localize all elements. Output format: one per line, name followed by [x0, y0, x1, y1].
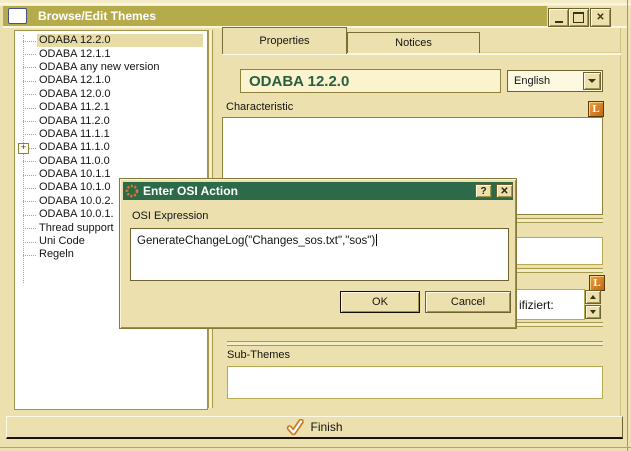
tree-item[interactable]: ODABA 12.2.0 — [15, 34, 203, 47]
characteristic-label: Characteristic — [226, 101, 293, 113]
tree-item[interactable]: ODABA 11.0.0 — [15, 155, 203, 168]
language-badge-icon[interactable]: L — [588, 101, 604, 117]
subthemes-label: Sub-Themes — [227, 349, 290, 361]
window-title: Browse/Edit Themes — [38, 6, 156, 26]
cancel-button[interactable]: Cancel — [425, 291, 511, 313]
dialog-title: Enter OSI Action — [143, 182, 238, 200]
chevron-down-icon — [590, 310, 596, 314]
close-button[interactable]: ✕ — [590, 8, 611, 27]
modified-label-fragment: ifiziert: — [519, 298, 554, 312]
language-combobox[interactable]: English — [507, 70, 603, 92]
tree-item[interactable]: ODABA 12.1.1 — [15, 47, 203, 60]
window-right-border — [627, 0, 628, 451]
osi-expression-label: OSI Expression — [132, 210, 208, 222]
maximize-icon — [573, 12, 584, 23]
tree-item[interactable]: ODABA 11.2.0 — [15, 114, 203, 127]
expand-icon[interactable]: + — [18, 143, 29, 154]
minimize-button[interactable] — [548, 8, 569, 27]
close-icon: ✕ — [500, 186, 508, 197]
theme-name-field[interactable]: ODABA 12.2.0 — [240, 69, 501, 93]
tab-properties[interactable]: Properties — [222, 27, 347, 54]
osi-expression-input[interactable]: GenerateChangeLog("Changes_sos.txt","sos… — [130, 228, 509, 281]
tree-item[interactable]: ODABA 11.2.1 — [15, 101, 203, 114]
window-bottom-border — [0, 447, 631, 448]
window-right-edge — [620, 28, 621, 440]
titlebar: Browse/Edit Themes — [3, 6, 547, 26]
window-top-highlight — [0, 3, 631, 5]
tree-item[interactable]: ODABA 12.0.0 — [15, 88, 203, 101]
tree-item[interactable]: + ODABA 11.1.0 — [15, 141, 203, 154]
combo-dropdown-button[interactable] — [583, 72, 601, 90]
maximize-button[interactable] — [568, 8, 589, 27]
ok-button[interactable]: OK — [340, 291, 420, 313]
dialog-close-button[interactable]: ✕ — [496, 184, 513, 198]
language-value: English — [514, 75, 550, 87]
tab-notices[interactable]: Notices — [347, 32, 480, 53]
spin-up-button[interactable] — [585, 290, 601, 304]
section-separator — [227, 341, 603, 346]
tree-item[interactable]: ODABA 11.1.1 — [15, 128, 203, 141]
finish-label: Finish — [310, 420, 342, 434]
language-badge-icon[interactable]: L — [589, 275, 605, 291]
app-window: Browse/Edit Themes ✕ ODABA 12.2.0 ODABA … — [0, 0, 631, 451]
text-caret — [376, 234, 377, 246]
window-icon[interactable] — [8, 8, 27, 24]
help-icon: ? — [480, 186, 486, 197]
minimize-icon — [555, 21, 563, 23]
osi-gear-icon — [125, 184, 139, 198]
help-button[interactable]: ? — [475, 184, 492, 198]
enter-osi-action-dialog: Enter OSI Action ? ✕ OSI Expression Gene… — [119, 178, 517, 329]
tree-item[interactable]: ODABA 12.1.0 — [15, 74, 203, 87]
spin-down-button[interactable] — [585, 305, 601, 319]
subthemes-input[interactable] — [227, 366, 603, 399]
close-icon: ✕ — [596, 12, 604, 23]
chevron-up-icon — [590, 295, 596, 299]
date-spinner — [585, 290, 601, 319]
dialog-titlebar: Enter OSI Action ? ✕ — [123, 182, 513, 200]
chevron-down-icon — [588, 79, 596, 83]
finish-button[interactable]: Finish — [6, 416, 623, 439]
osi-expression-value: GenerateChangeLog("Changes_sos.txt","sos… — [137, 235, 375, 247]
checkmark-icon — [286, 419, 304, 436]
tree-item[interactable]: ODABA any new version — [15, 61, 203, 74]
